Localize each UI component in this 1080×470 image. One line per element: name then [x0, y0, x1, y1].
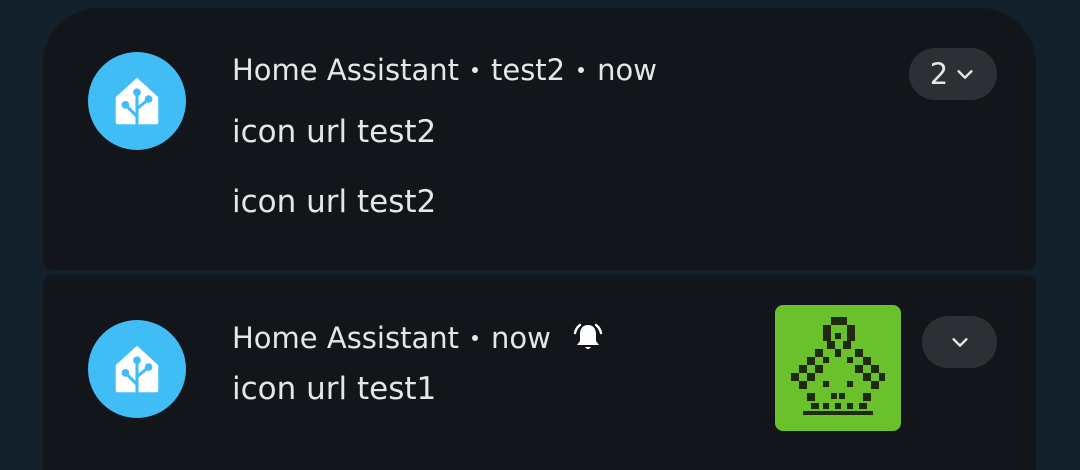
notification-title: icon url test2 [232, 114, 437, 150]
chevron-down-icon [951, 338, 968, 347]
home-assistant-icon [88, 52, 186, 150]
channel-name: test2 [490, 53, 566, 87]
app-name: Home Assistant [232, 53, 459, 87]
separator-dot [578, 67, 585, 73]
group-expand-button[interactable]: 2 [909, 48, 997, 100]
app-name: Home Assistant [232, 321, 459, 355]
notification-header: Home Assistant test2 now [232, 52, 657, 88]
notification-body: icon url test2 [232, 184, 437, 220]
notification-card-test2[interactable]: Home Assistant test2 now icon url test2 … [43, 8, 1036, 270]
home-assistant-icon [88, 320, 186, 418]
notification-time: now [490, 321, 551, 355]
bell-ringing-icon [573, 323, 603, 349]
pixel-art-thumbnail[interactable] [775, 305, 901, 431]
separator-dot [471, 67, 478, 73]
chevron-down-icon [957, 70, 973, 79]
separator-dot [471, 335, 478, 341]
notification-title: icon url test1 [232, 371, 437, 407]
expand-button[interactable] [922, 316, 997, 368]
notification-header: Home Assistant now [232, 320, 605, 356]
group-count: 2 [929, 57, 949, 91]
notification-time: now [597, 53, 657, 87]
notification-card-test1[interactable]: Home Assistant now icon url test1 [43, 275, 1036, 470]
